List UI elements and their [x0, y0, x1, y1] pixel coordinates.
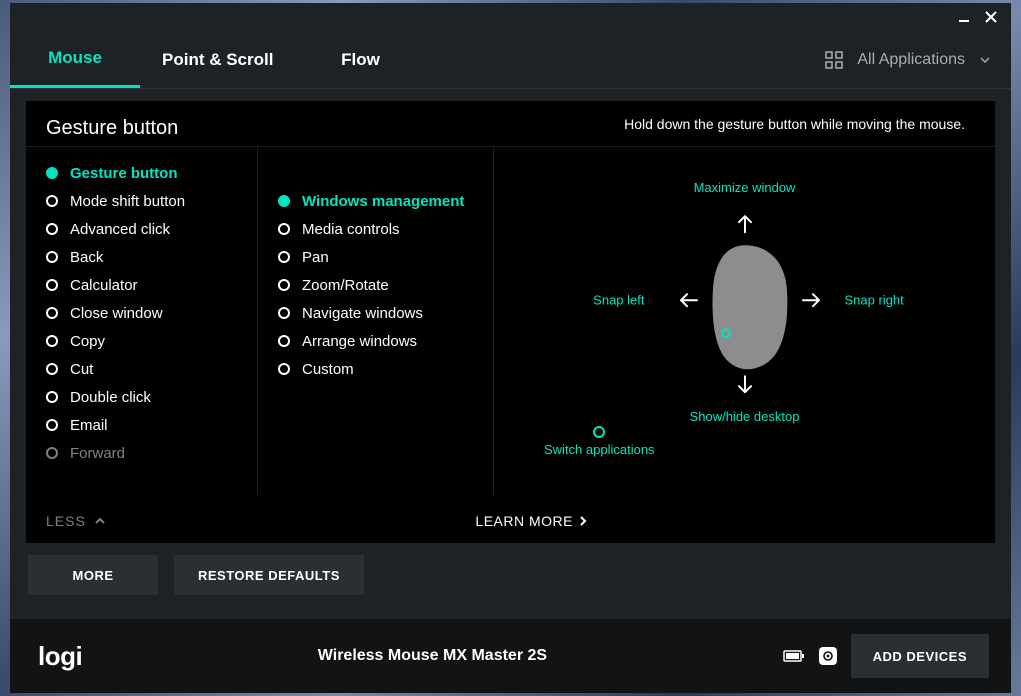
radio-icon [278, 223, 290, 235]
action-mode-shift[interactable]: Mode shift button [46, 187, 249, 215]
learn-more-link[interactable]: LEARN MORE [475, 513, 589, 529]
apps-grid-icon [825, 51, 843, 69]
applications-selector[interactable]: All Applications [825, 31, 991, 88]
radio-icon [278, 195, 290, 207]
group-windows-management[interactable]: Windows management [278, 187, 485, 215]
buttons-row: MORE RESTORE DEFAULTS [26, 555, 995, 595]
list-fade-overlay [26, 473, 257, 495]
chevron-right-icon [577, 515, 589, 527]
restore-defaults-button[interactable]: RESTORE DEFAULTS [174, 555, 364, 595]
action-cut[interactable]: Cut [46, 355, 249, 383]
unifying-receiver-icon [819, 647, 837, 665]
radio-icon [46, 167, 58, 179]
group-media-controls[interactable]: Media controls [278, 215, 485, 243]
gesture-group-column: Windows management Media controls Pan Zo… [258, 147, 494, 495]
apps-selector-label: All Applications [857, 51, 965, 69]
close-button[interactable] [985, 11, 997, 23]
content-area: Gesture button Hold down the gesture but… [10, 89, 1011, 619]
radio-icon [278, 251, 290, 263]
circle-icon [593, 426, 605, 438]
radio-icon [46, 363, 58, 375]
action-advanced-click[interactable]: Advanced click [46, 215, 249, 243]
chevron-up-icon [94, 515, 106, 527]
group-zoom-rotate[interactable]: Zoom/Rotate [278, 271, 485, 299]
more-button[interactable]: MORE [28, 555, 158, 595]
less-button[interactable]: LESS [46, 513, 106, 529]
arrow-left-icon [677, 290, 699, 310]
tab-point-scroll[interactable]: Point & Scroll [140, 31, 295, 88]
gesture-down-label[interactable]: Show/hide desktop [690, 409, 800, 424]
footer-bar: logi Wireless Mouse MX Master 2S ADD DEV… [10, 619, 1011, 693]
radio-icon [278, 307, 290, 319]
add-devices-button[interactable]: ADD DEVICES [851, 634, 989, 678]
radio-icon [46, 251, 58, 263]
radio-icon [46, 195, 58, 207]
gesture-panel: Gesture button Hold down the gesture but… [26, 101, 995, 543]
arrow-down-icon [735, 374, 755, 396]
tab-flow[interactable]: Flow [295, 31, 425, 88]
group-navigate-windows[interactable]: Navigate windows [278, 299, 485, 327]
arrow-right-icon [801, 290, 823, 310]
device-name: Wireless Mouse MX Master 2S [82, 647, 782, 665]
action-back[interactable]: Back [46, 243, 249, 271]
footer-right: ADD DEVICES [783, 634, 989, 678]
gesture-up-label[interactable]: Maximize window [694, 180, 796, 195]
arrow-up-icon [735, 212, 755, 234]
action-double-click[interactable]: Double click [46, 383, 249, 411]
radio-icon [278, 279, 290, 291]
gesture-diagram-column: Maximize window Show/hide desktop Snap l… [494, 147, 995, 495]
gesture-left-label[interactable]: Snap left [593, 293, 644, 308]
minimize-button[interactable] [959, 20, 969, 22]
action-calculator[interactable]: Calculator [46, 271, 249, 299]
panel-header: Gesture button Hold down the gesture but… [26, 101, 995, 147]
gesture-button-indicator [721, 328, 731, 338]
radio-icon [46, 447, 58, 459]
action-close-window[interactable]: Close window [46, 299, 249, 327]
radio-icon [46, 335, 58, 347]
action-gesture-button[interactable]: Gesture button [46, 159, 249, 187]
mouse-diagram: Maximize window Show/hide desktop Snap l… [535, 170, 955, 430]
radio-icon [46, 419, 58, 431]
radio-icon [46, 391, 58, 403]
gesture-right-label[interactable]: Snap right [845, 293, 904, 308]
radio-icon [46, 307, 58, 319]
radio-icon [278, 335, 290, 347]
group-custom[interactable]: Custom [278, 355, 485, 383]
app-window: Mouse Point & Scroll Flow All Applicatio… [10, 3, 1011, 693]
panel-subtitle: Hold down the gesture button while movin… [624, 116, 973, 138]
group-pan[interactable]: Pan [278, 243, 485, 271]
logo: logi [38, 641, 82, 672]
panel-bottom-links: LESS LEARN MORE [26, 495, 995, 543]
battery-icon [783, 649, 805, 663]
titlebar [10, 3, 1011, 31]
action-list-column: Gesture button Mode shift button Advance… [26, 147, 258, 495]
tab-mouse[interactable]: Mouse [10, 31, 140, 88]
radio-icon [46, 223, 58, 235]
radio-icon [278, 363, 290, 375]
action-forward[interactable]: Forward [46, 439, 249, 467]
radio-icon [46, 279, 58, 291]
chevron-down-icon [979, 54, 991, 66]
panel-body: Gesture button Mode shift button Advance… [26, 147, 995, 495]
tab-bar: Mouse Point & Scroll Flow All Applicatio… [10, 31, 1011, 89]
gesture-center-label: Switch applications [544, 442, 655, 457]
action-email[interactable]: Email [46, 411, 249, 439]
gesture-center[interactable]: Switch applications [544, 426, 655, 457]
group-arrange-windows[interactable]: Arrange windows [278, 327, 485, 355]
action-copy[interactable]: Copy [46, 327, 249, 355]
